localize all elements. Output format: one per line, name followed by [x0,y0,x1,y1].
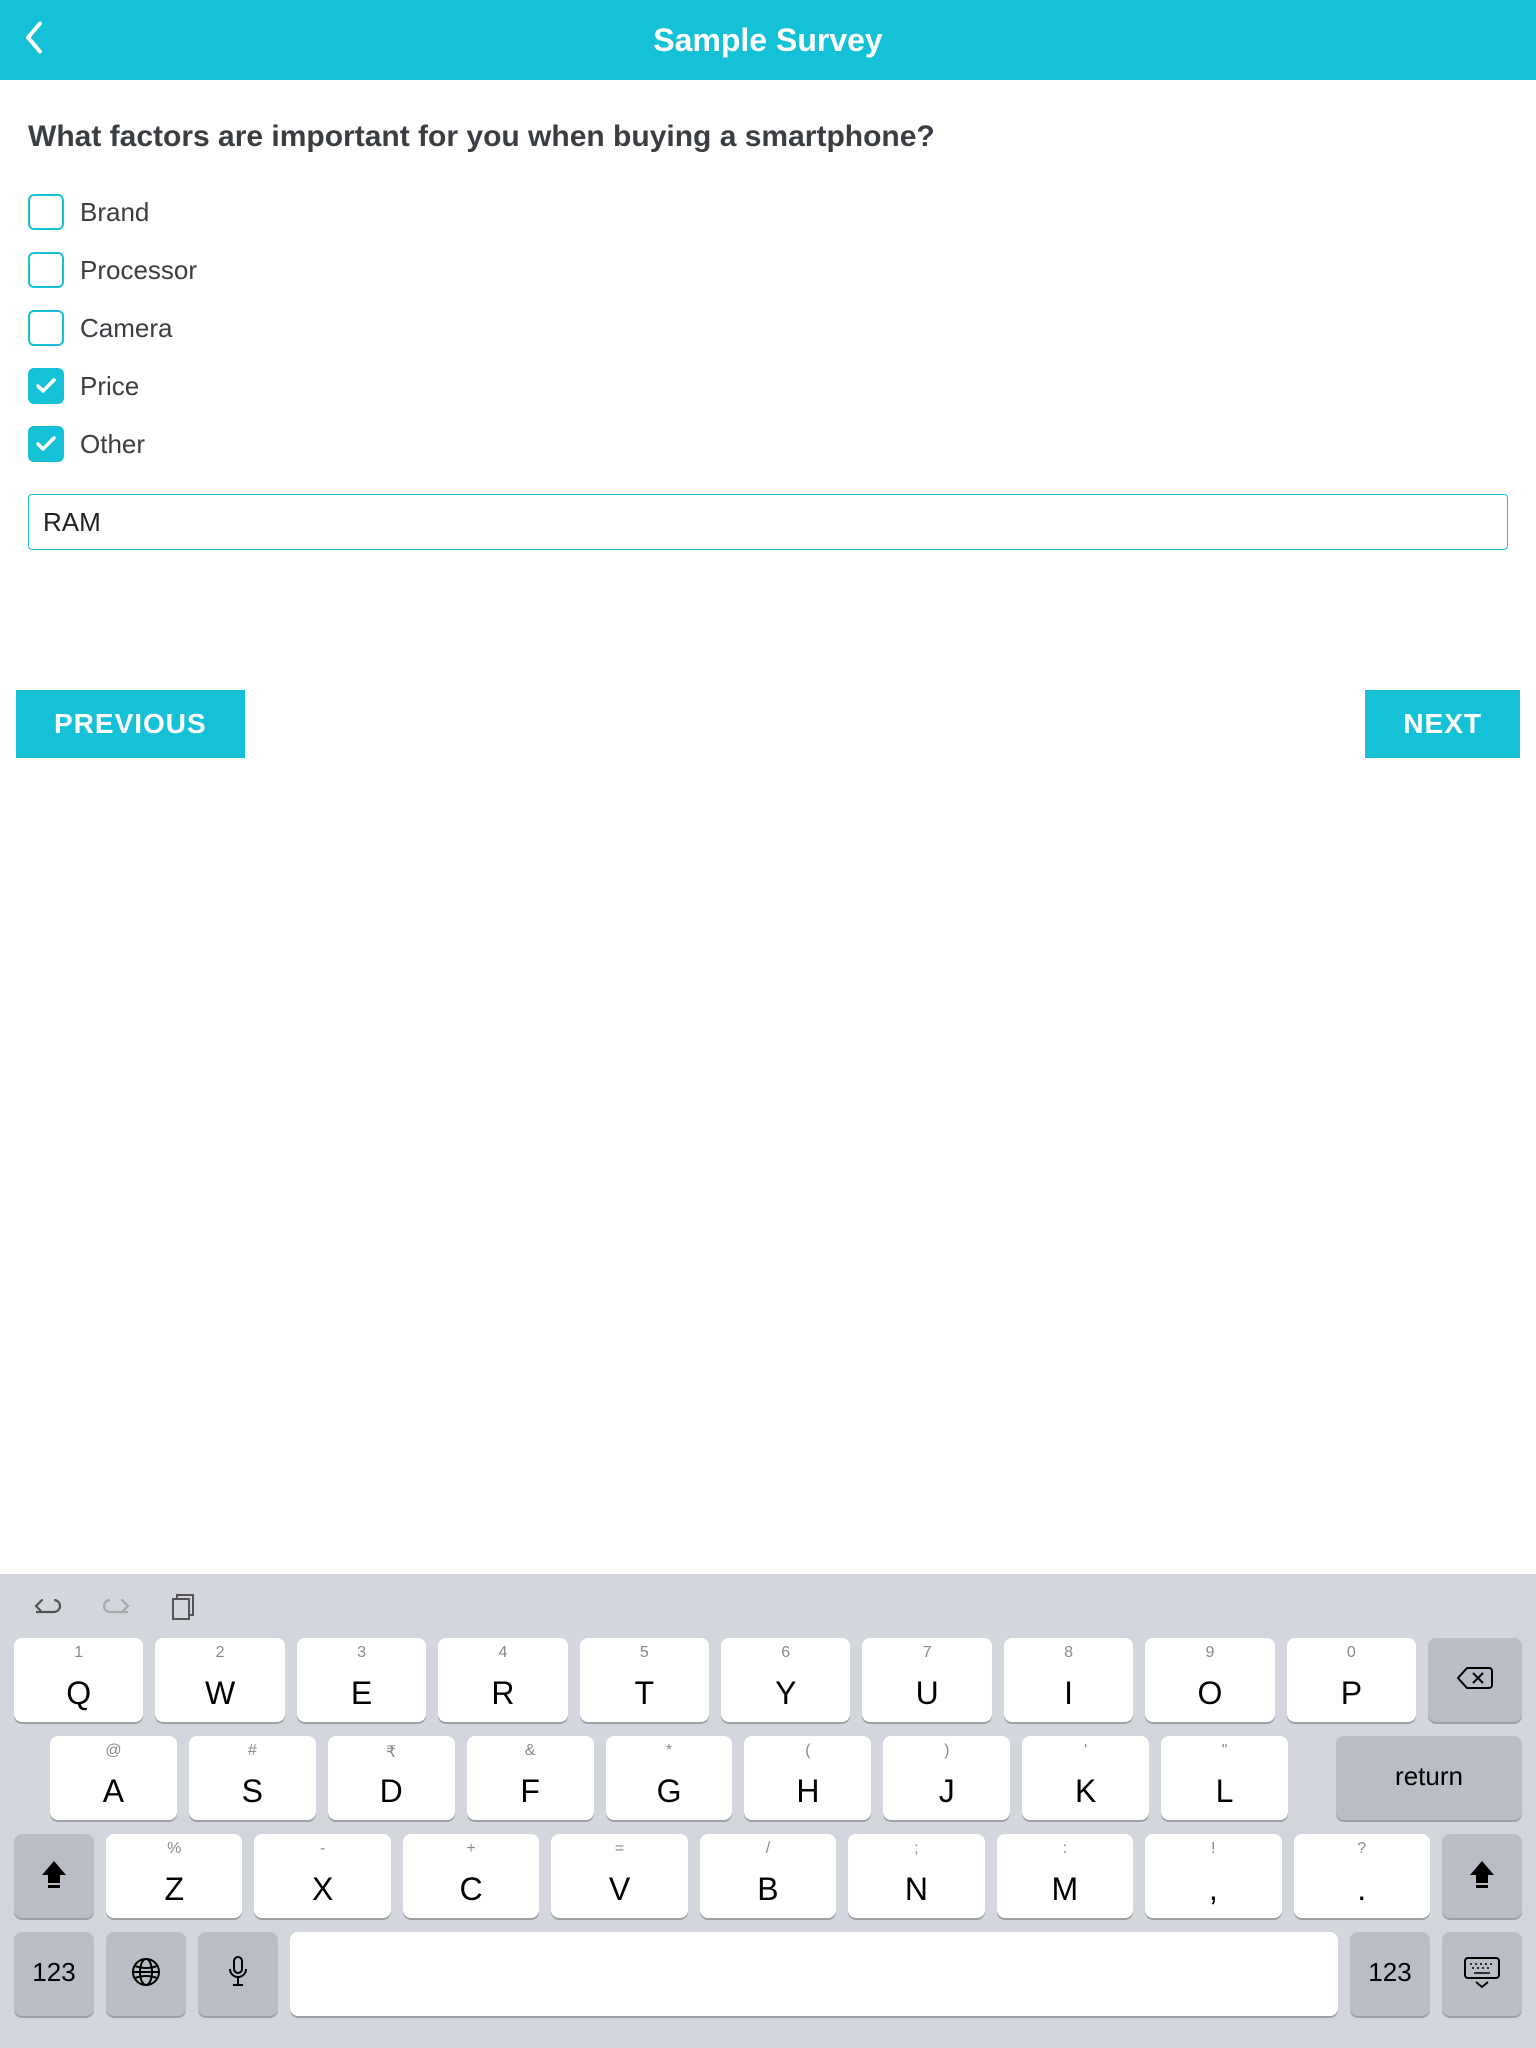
key-q[interactable]: 1Q [14,1638,143,1722]
survey-content: What factors are important for you when … [0,80,1536,798]
key-k[interactable]: 'K [1022,1736,1149,1820]
option-label: Brand [80,197,149,228]
next-button[interactable]: NEXT [1365,690,1520,758]
redo-icon [100,1593,134,1619]
option-label: Price [80,371,139,402]
key-x[interactable]: -X [254,1834,390,1918]
checkbox-brand[interactable] [28,194,64,230]
key-shift-left[interactable] [14,1834,94,1918]
key-u[interactable]: 7U [862,1638,991,1722]
key-backspace[interactable] [1428,1638,1522,1722]
keyboard-row-1: 1Q 2W 3E 4R 5T 6Y 7U 8I 9O 0P [10,1638,1526,1722]
check-icon [34,374,58,398]
key-g[interactable]: *G [606,1736,733,1820]
key-globe[interactable] [106,1932,186,2016]
option-label: Camera [80,313,172,344]
other-text-input[interactable] [28,494,1508,550]
shift-icon [40,1859,68,1889]
checkbox-price[interactable] [28,368,64,404]
key-m[interactable]: :M [997,1834,1133,1918]
option-label: Other [80,429,145,460]
key-w[interactable]: 2W [155,1638,284,1722]
virtual-keyboard: 1Q 2W 3E 4R 5T 6Y 7U 8I 9O 0P @A #S ₹D [0,1574,1536,2048]
key-b[interactable]: /B [700,1834,836,1918]
back-button[interactable] [24,21,44,60]
key-l[interactable]: "L [1161,1736,1288,1820]
key-p[interactable]: 0P [1287,1638,1416,1722]
key-v[interactable]: =V [551,1834,687,1918]
app-header: Sample Survey [0,0,1536,80]
keyboard-toolbar [0,1574,1536,1632]
key-numeric-right[interactable]: 123 [1350,1932,1430,2016]
key-n[interactable]: ;N [848,1834,984,1918]
checkbox-processor[interactable] [28,252,64,288]
key-o[interactable]: 9O [1145,1638,1274,1722]
option-camera[interactable]: Camera [28,310,1508,346]
key-period[interactable]: ?. [1294,1834,1430,1918]
key-s[interactable]: #S [189,1736,316,1820]
undo-icon[interactable] [30,1593,64,1619]
dismiss-keyboard-icon [1462,1955,1502,1989]
option-brand[interactable]: Brand [28,194,1508,230]
key-j[interactable]: )J [883,1736,1010,1820]
check-icon [34,432,58,456]
checkbox-camera[interactable] [28,310,64,346]
key-r[interactable]: 4R [438,1638,567,1722]
key-h[interactable]: (H [744,1736,871,1820]
key-i[interactable]: 8I [1004,1638,1133,1722]
key-dictation[interactable] [198,1932,278,2016]
key-numeric-left[interactable]: 123 [14,1932,94,2016]
option-other[interactable]: Other [28,426,1508,462]
key-shift-right[interactable] [1442,1834,1522,1918]
key-y[interactable]: 6Y [721,1638,850,1722]
keyboard-row-3: %Z -X +C =V /B ;N :M !, ?. [10,1834,1526,1918]
nav-buttons: PREVIOUS NEXT [28,690,1508,758]
key-f[interactable]: &F [467,1736,594,1820]
key-space[interactable] [290,1932,1338,2016]
key-return[interactable]: return [1336,1736,1522,1820]
globe-icon [130,1956,162,1988]
key-z[interactable]: %Z [106,1834,242,1918]
option-label: Processor [80,255,197,286]
key-dismiss-keyboard[interactable] [1442,1932,1522,2016]
backspace-icon [1455,1664,1495,1692]
key-comma[interactable]: !, [1145,1834,1281,1918]
previous-button[interactable]: PREVIOUS [16,690,245,758]
shift-icon [1468,1859,1496,1889]
key-e[interactable]: 3E [297,1638,426,1722]
key-c[interactable]: +C [403,1834,539,1918]
question-text: What factors are important for you when … [28,120,1508,154]
key-a[interactable]: @A [50,1736,177,1820]
key-t[interactable]: 5T [580,1638,709,1722]
key-d[interactable]: ₹D [328,1736,455,1820]
clipboard-icon[interactable] [170,1592,198,1620]
option-price[interactable]: Price [28,368,1508,404]
checkbox-other[interactable] [28,426,64,462]
page-title: Sample Survey [653,22,882,59]
keyboard-row-2: @A #S ₹D &F *G (H )J 'K "L return [10,1736,1526,1820]
option-processor[interactable]: Processor [28,252,1508,288]
keyboard-row-4: 123 123 [10,1932,1526,2016]
mic-icon [226,1955,250,1989]
